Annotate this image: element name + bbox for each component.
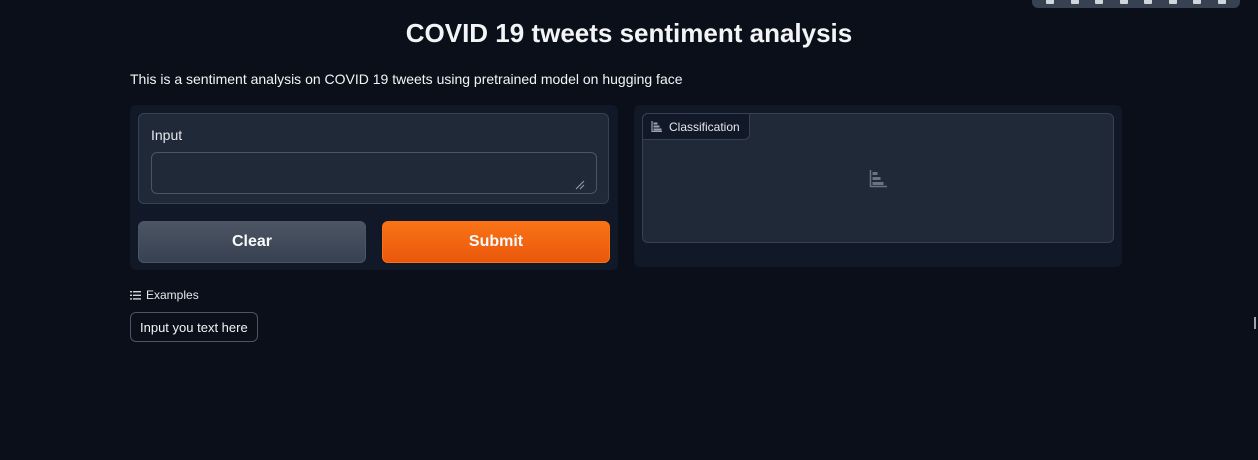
toolbar-icon[interactable] <box>1046 0 1055 4</box>
classification-label: Classification <box>669 119 740 134</box>
submit-button[interactable]: Submit <box>382 221 610 263</box>
toolbar-icon[interactable] <box>1070 0 1079 4</box>
input-block: Input <box>138 113 609 204</box>
toolbar-icon[interactable] <box>1168 0 1177 4</box>
bar-chart-placeholder-icon <box>869 170 887 188</box>
examples-label: Examples <box>146 288 199 302</box>
space-header-toolbar[interactable] <box>1032 0 1240 8</box>
input-textarea[interactable] <box>151 152 597 194</box>
toolbar-icon[interactable] <box>1144 0 1153 4</box>
page-title: COVID 19 tweets sentiment analysis <box>405 18 853 48</box>
toolbar-icon[interactable] <box>1095 0 1104 4</box>
list-icon <box>130 290 141 300</box>
input-label: Input <box>151 127 183 143</box>
scrollbar-handle[interactable] <box>1254 317 1256 329</box>
classification-label-tag: Classification <box>642 113 750 140</box>
toolbar-icon[interactable] <box>1217 0 1226 4</box>
input-panel: Input Clear Submit <box>130 105 618 270</box>
example-item[interactable]: Input you text here <box>130 312 258 342</box>
bar-chart-icon <box>651 121 662 132</box>
classification-block: Classification <box>642 113 1114 243</box>
toolbar-icon[interactable] <box>1119 0 1128 4</box>
toolbar-icon[interactable] <box>1193 0 1202 4</box>
page-description: This is a sentiment analysis on COVID 19… <box>130 71 683 87</box>
clear-button[interactable]: Clear <box>138 221 366 263</box>
resize-grip-icon[interactable] <box>575 180 585 190</box>
output-panel: Classification <box>634 105 1122 267</box>
examples-header: Examples <box>130 288 199 302</box>
